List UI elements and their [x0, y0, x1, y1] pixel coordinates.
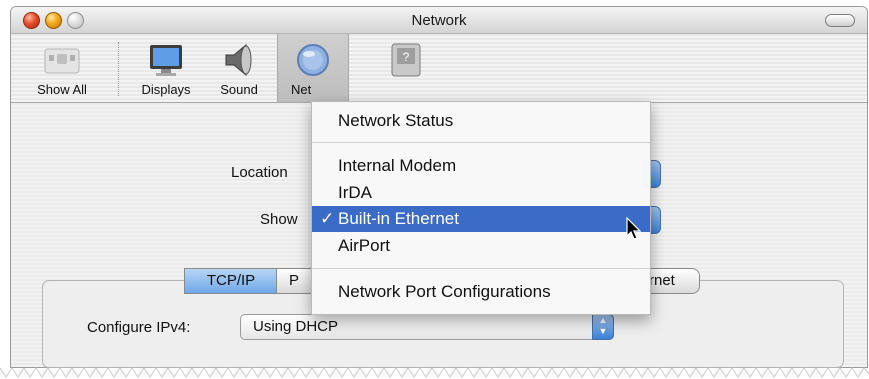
- menu-item-built-in-ethernet[interactable]: ✓ Built-in Ethernet: [312, 206, 650, 232]
- menu-item-airport[interactable]: AirPort: [312, 233, 650, 259]
- window-title: Network: [411, 12, 467, 29]
- menu-item-network-port-configurations[interactable]: Network Port Configurations: [312, 279, 650, 305]
- menu-item-label: Built-in Ethernet: [338, 209, 459, 228]
- toolbar-show-all[interactable]: Show All: [21, 34, 103, 102]
- popup-arrows-icon: ▲ ▼: [592, 314, 614, 340]
- menu-separator: [312, 268, 650, 269]
- toolbar-startup-disk[interactable]: ?: [376, 34, 436, 102]
- display-icon: [150, 45, 182, 76]
- tab-pppoe[interactable]: P: [276, 268, 314, 294]
- toolbar-sound[interactable]: Sound: [208, 34, 270, 102]
- title-bar[interactable]: Network: [11, 7, 867, 34]
- toolbar-network[interactable]: Net: [277, 34, 349, 102]
- show-all-icon: [44, 48, 80, 74]
- menu-item-internal-modem[interactable]: Internal Modem: [312, 153, 650, 179]
- show-label: Show: [260, 211, 298, 228]
- checkmark-icon: ✓: [320, 209, 335, 228]
- svg-text:?: ?: [403, 50, 410, 64]
- menu-item-label: Internal Modem: [338, 156, 457, 175]
- toolbar-label: Sound: [220, 82, 258, 97]
- menu-item-label: IrDA: [338, 183, 372, 202]
- toolbar-displays[interactable]: Displays: [129, 34, 203, 102]
- startup-disk-icon: ?: [391, 43, 421, 77]
- mouse-pointer-icon: [626, 217, 642, 240]
- toolbar-label: Net: [291, 82, 312, 97]
- toolbar-label: Displays: [141, 82, 191, 97]
- toolbar-label: Show All: [37, 82, 87, 97]
- show-dropdown-menu: Network Status Internal Modem IrDA ✓ Bui…: [311, 101, 651, 315]
- menu-item-label: Network Port Configurations: [338, 282, 551, 301]
- speaker-icon: [225, 43, 252, 77]
- menu-item-label: Network Status: [338, 111, 454, 130]
- toolbar: Show All Displays Sound Net ?: [11, 34, 867, 103]
- configure-ipv4-popup[interactable]: Using DHCP ▲ ▼: [240, 314, 614, 340]
- globe-icon: [297, 44, 329, 76]
- tab-tcpip[interactable]: TCP/IP: [184, 268, 278, 294]
- location-label: Location: [231, 164, 288, 181]
- menu-item-label: AirPort: [338, 236, 390, 255]
- toolbar-toggle-button[interactable]: [825, 14, 855, 27]
- configure-ipv4-value: Using DHCP: [253, 318, 339, 335]
- configure-ipv4-label: Configure IPv4:: [87, 319, 191, 336]
- menu-item-network-status[interactable]: Network Status: [312, 108, 650, 134]
- menu-separator: [312, 142, 650, 143]
- menu-item-irda[interactable]: IrDA: [312, 180, 650, 206]
- toolbar-separator: [118, 42, 120, 96]
- torn-edge: [0, 367, 869, 378]
